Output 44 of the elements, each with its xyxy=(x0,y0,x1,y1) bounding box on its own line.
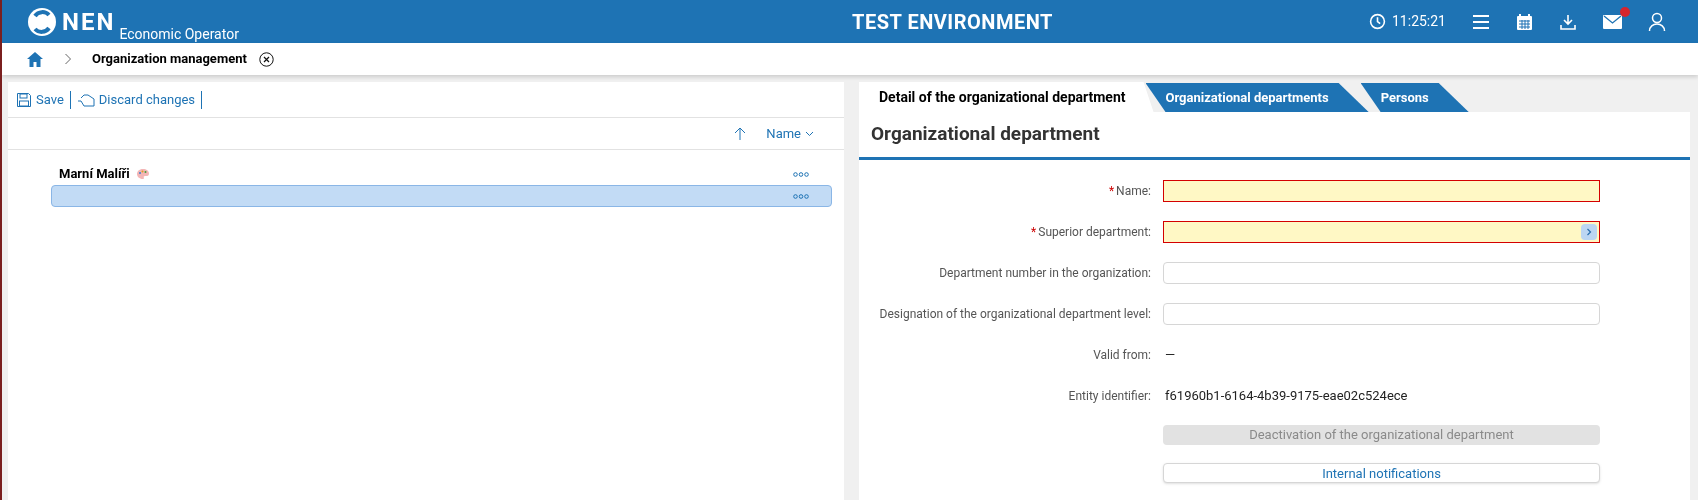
palette-icon xyxy=(135,168,150,180)
sort-up-icon[interactable] xyxy=(734,126,747,141)
field-value: — xyxy=(1164,346,1176,365)
input-field[interactable] xyxy=(1163,180,1600,202)
user-icon[interactable] xyxy=(1648,11,1666,32)
logo-icon xyxy=(26,5,58,38)
download-icon[interactable] xyxy=(1559,12,1577,31)
menu-icon[interactable] xyxy=(1472,13,1490,30)
field-label: Name: xyxy=(1116,183,1151,200)
required-mark: * xyxy=(1108,183,1115,200)
field-label: Superior department: xyxy=(1038,224,1151,241)
undo-icon xyxy=(76,92,95,107)
picker-field[interactable] xyxy=(1163,221,1600,243)
chevron-right-icon xyxy=(64,53,72,65)
field-value: f61960b1-6164-4b39-9175-eae02c524ece xyxy=(1164,387,1408,406)
calendar-icon[interactable] xyxy=(1516,12,1533,31)
breadcrumb-title: Organization management xyxy=(92,50,247,69)
notifications-button[interactable]: Internal notifications xyxy=(1163,463,1600,483)
more-icon[interactable] xyxy=(793,193,809,199)
sort-dropdown[interactable]: Name xyxy=(766,123,814,144)
chevron-right-icon[interactable] xyxy=(1581,224,1597,240)
clock-time: 11:25:21 xyxy=(1392,12,1446,31)
clock-icon xyxy=(1369,13,1386,30)
chevron-down-icon xyxy=(805,130,814,137)
tab[interactable]: Organizational departments xyxy=(1145,83,1369,112)
more-icon[interactable] xyxy=(793,171,809,177)
field-label: Department number in the organization: xyxy=(939,265,1151,282)
home-icon[interactable] xyxy=(26,50,44,68)
close-icon[interactable] xyxy=(258,51,274,67)
required-mark: * xyxy=(1031,224,1037,241)
tree-row[interactable]: Marní Malíři xyxy=(51,163,832,185)
field-label: Valid from: xyxy=(1093,347,1151,364)
save-button[interactable]: Save xyxy=(16,89,64,110)
environment-title: TEST ENVIRONMENT xyxy=(852,8,1053,36)
discard-button[interactable]: Discard changes xyxy=(76,89,196,110)
mail-icon[interactable] xyxy=(1603,14,1622,29)
tab[interactable]: Persons xyxy=(1360,83,1469,112)
logo-text: NEN xyxy=(62,9,116,34)
app-subtitle: Economic Operator xyxy=(119,26,239,41)
field-label: Designation of the organizational department level: xyxy=(879,306,1151,323)
tab[interactable]: Detail of the organizational department xyxy=(859,82,1154,112)
row-label: Marní Malíři xyxy=(59,165,130,184)
field-label: Entity identifier: xyxy=(1068,388,1151,405)
section-title: Organizational department xyxy=(871,121,1100,148)
